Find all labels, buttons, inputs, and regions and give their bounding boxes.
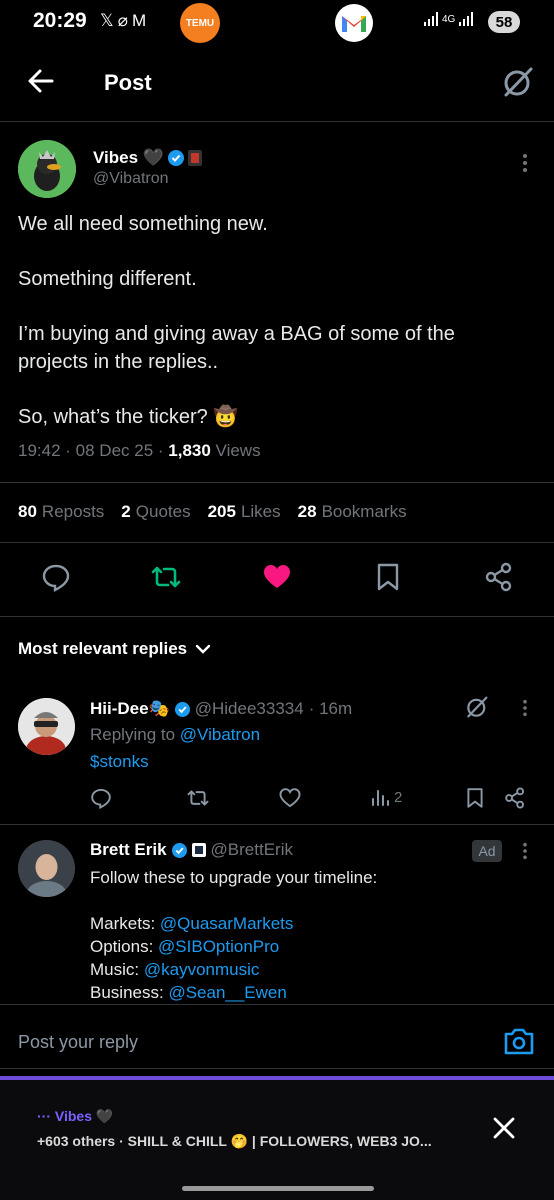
ad-line: Options: @SIBOptionPro	[90, 937, 280, 956]
network-type: 4G	[442, 13, 456, 25]
header-divider	[0, 121, 554, 122]
share-icon[interactable]	[484, 562, 514, 592]
replying-to-link[interactable]: @Vibatron	[180, 725, 260, 744]
affiliate-badge-icon	[187, 150, 202, 166]
reply-icon[interactable]	[41, 562, 71, 592]
verified-badge-icon	[167, 150, 184, 166]
reply-text[interactable]: $stonks	[90, 752, 149, 772]
gmail-icon	[335, 4, 373, 42]
author-name[interactable]: Vibes 🖤	[93, 148, 202, 168]
analytics-icon	[371, 787, 391, 807]
camera-icon[interactable]	[503, 1026, 535, 1056]
tweet-paragraph: Something different.	[18, 268, 197, 290]
reply-author-handle[interactable]: @Hidee33334	[195, 699, 304, 719]
status-notification-icons: 𝕏 ⌀ M	[100, 11, 146, 31]
reposts-stat[interactable]: 80 Reposts	[18, 502, 104, 522]
ad-line: Markets: @QuasarMarkets	[90, 914, 294, 933]
banner-subtitle: +603 others · SHILL & CHILL 🤭 | FOLLOWER…	[37, 1133, 432, 1149]
avatar[interactable]	[18, 840, 75, 897]
battery-indicator: 58	[488, 11, 520, 33]
temu-icon: TEMU	[180, 3, 220, 43]
like-icon[interactable]	[279, 787, 301, 809]
tweet-actions	[0, 562, 554, 598]
mention-link[interactable]: @kayvonmusic	[144, 960, 260, 979]
more-options-icon[interactable]	[516, 841, 534, 861]
mention-link[interactable]: @QuasarMarkets	[160, 914, 293, 933]
grok-icon[interactable]	[500, 64, 536, 100]
share-icon[interactable]	[504, 787, 526, 809]
replying-to: Replying to @Vibatron	[90, 725, 261, 744]
home-indicator[interactable]	[182, 1186, 374, 1191]
repost-icon[interactable]	[150, 562, 181, 592]
avatar[interactable]	[18, 698, 75, 755]
ad-author-name[interactable]: Brett Erik	[90, 840, 167, 860]
views-label: Views	[215, 441, 261, 460]
ad-intro: Follow these to upgrade your timeline:	[90, 868, 378, 887]
back-arrow-icon[interactable]	[26, 66, 56, 96]
more-options-icon[interactable]	[516, 698, 534, 718]
affiliate-badge-icon	[191, 843, 206, 857]
tweet-paragraph: So, what’s the ticker? 🤠	[18, 406, 239, 428]
composer-divider	[0, 1004, 554, 1005]
views-count: 1,830	[168, 441, 211, 460]
reply-input[interactable]: Post your reply	[18, 1032, 138, 1053]
reply-author-line: Hii-Dee🎭 @Hidee33334 · 16m	[90, 699, 352, 719]
tweet-date: 08 Dec 25	[75, 441, 154, 460]
mail-icon: M	[131, 11, 147, 30]
grok-icon[interactable]	[464, 694, 490, 720]
tweet-text: We all need something new. Something dif…	[18, 210, 518, 458]
signal-icon: 4G	[424, 12, 474, 26]
tweet-paragraph: I’m buying and giving away a BAG of some…	[18, 323, 455, 373]
ad-badge: Ad	[472, 840, 502, 862]
ad-text: Follow these to upgrade your timeline: M…	[90, 866, 510, 1004]
like-icon[interactable]	[262, 562, 292, 592]
more-options-icon[interactable]	[515, 152, 535, 174]
composer-bottom-divider	[0, 1068, 554, 1069]
verified-badge-icon	[171, 842, 187, 858]
mention-link[interactable]: @SIBOptionPro	[158, 937, 279, 956]
reply-time: · 16m	[308, 699, 353, 718]
bookmarks-stat[interactable]: 28 Bookmarks	[298, 502, 407, 522]
likes-stat[interactable]: 205 Likes	[208, 502, 281, 522]
avatar[interactable]	[18, 140, 76, 198]
actions-divider	[0, 616, 554, 617]
status-time: 20:29	[33, 9, 87, 32]
repost-icon[interactable]	[186, 787, 210, 809]
leaf-icon: ⌀	[117, 11, 128, 30]
banner-title: ··· Vibes 🖤	[37, 1108, 114, 1124]
ad-author-handle[interactable]: @BrettErik	[211, 840, 293, 860]
mention-link[interactable]: @Sean__Ewen	[168, 983, 286, 1002]
stats-divider	[0, 542, 554, 543]
verified-badge-icon	[174, 701, 190, 717]
x-app-icon: 𝕏	[100, 11, 114, 30]
ad-line: Music: @kayvonmusic	[90, 960, 260, 979]
views-stat[interactable]: 2	[371, 787, 402, 807]
reply-actions: 2	[0, 787, 554, 813]
reply-icon[interactable]	[90, 787, 112, 809]
close-icon[interactable]	[490, 1114, 518, 1142]
bookmark-icon[interactable]	[375, 562, 405, 592]
tweet-paragraph: We all need something new.	[18, 213, 268, 235]
tweet-time: 19:42	[18, 441, 61, 460]
meta-divider	[0, 482, 554, 483]
ad-author-line: Brett Erik @BrettErik	[90, 840, 293, 860]
engagement-stats: 80 Reposts 2 Quotes 205 Likes 28 Bookmarks	[18, 502, 407, 522]
quotes-stat[interactable]: 2 Quotes	[121, 502, 190, 522]
replies-filter-dropdown[interactable]: Most relevant replies	[18, 639, 211, 659]
reply-divider	[0, 824, 554, 825]
ad-line: Business: @Sean__Ewen	[90, 983, 287, 1002]
page-title: Post	[104, 70, 152, 95]
author-handle[interactable]: @Vibatron	[93, 170, 169, 188]
tweet-meta: 19:42 · 08 Dec 25 · 1,830 Views	[18, 441, 261, 460]
bookmark-icon[interactable]	[465, 787, 485, 809]
chevron-down-icon	[195, 644, 211, 654]
reply-author-name[interactable]: Hii-Dee🎭	[90, 699, 170, 719]
